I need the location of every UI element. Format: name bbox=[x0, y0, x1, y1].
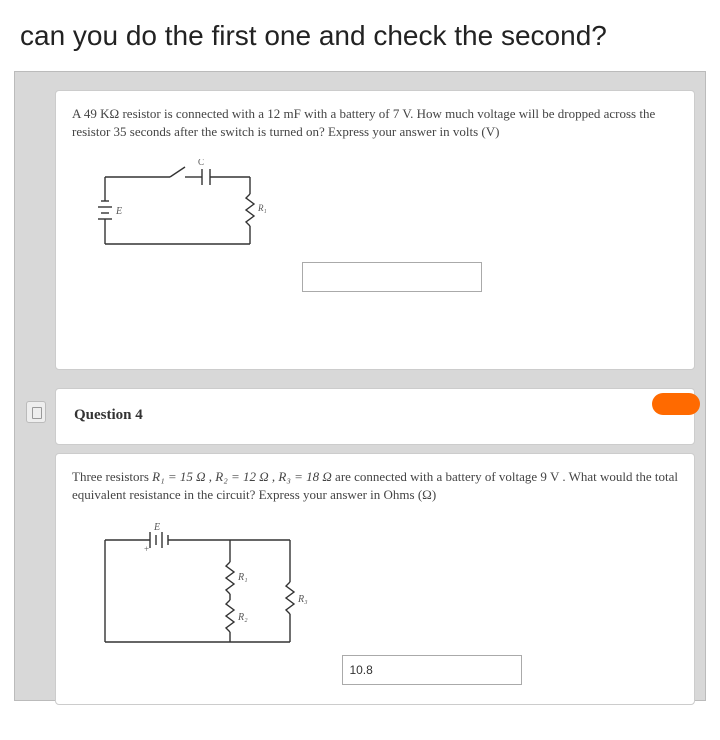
page-title: can you do the first one and check the s… bbox=[0, 0, 720, 63]
question-3-card: A 49 KΩ resistor is connected with a 12 … bbox=[55, 90, 695, 370]
q3-cap-label: C bbox=[198, 159, 204, 167]
content-area: A 49 KΩ resistor is connected with a 12 … bbox=[14, 71, 706, 701]
q4-circuit-diagram: E + R₁ R₂ R₃ bbox=[90, 522, 320, 662]
q3-circuit-diagram: C R₁ E bbox=[90, 159, 280, 269]
q4-answer-input[interactable] bbox=[342, 655, 522, 685]
q4-header: Question 4 bbox=[72, 399, 678, 434]
q4-r3-label: R₃ bbox=[297, 594, 308, 605]
q4-text-prefix: Three resistors bbox=[72, 469, 152, 484]
question-4-card: Three resistors R₁ = 15 Ω , R₂ = 12 Ω , … bbox=[55, 453, 695, 705]
q3-answer-input[interactable] bbox=[302, 262, 482, 292]
q4-equation: R₁ = 15 Ω , R₂ = 12 Ω , R₃ = 18 Ω bbox=[152, 469, 332, 484]
q3-r1-label: R₁ bbox=[257, 203, 267, 213]
question-4-header-card: Question 4 bbox=[55, 388, 695, 445]
bookmark-icon[interactable] bbox=[26, 401, 46, 423]
q4-text: Three resistors R₁ = 15 Ω , R₂ = 12 Ω , … bbox=[72, 468, 678, 504]
q4-plus-label: + bbox=[144, 544, 149, 554]
q3-e-label: E bbox=[115, 206, 122, 217]
q4-r1-label: R₁ bbox=[237, 572, 248, 583]
q4-e-label: E bbox=[153, 522, 160, 533]
q3-text: A 49 KΩ resistor is connected with a 12 … bbox=[72, 105, 678, 141]
q4-r2-label: R₂ bbox=[237, 612, 248, 623]
points-badge-redacted bbox=[652, 393, 700, 415]
